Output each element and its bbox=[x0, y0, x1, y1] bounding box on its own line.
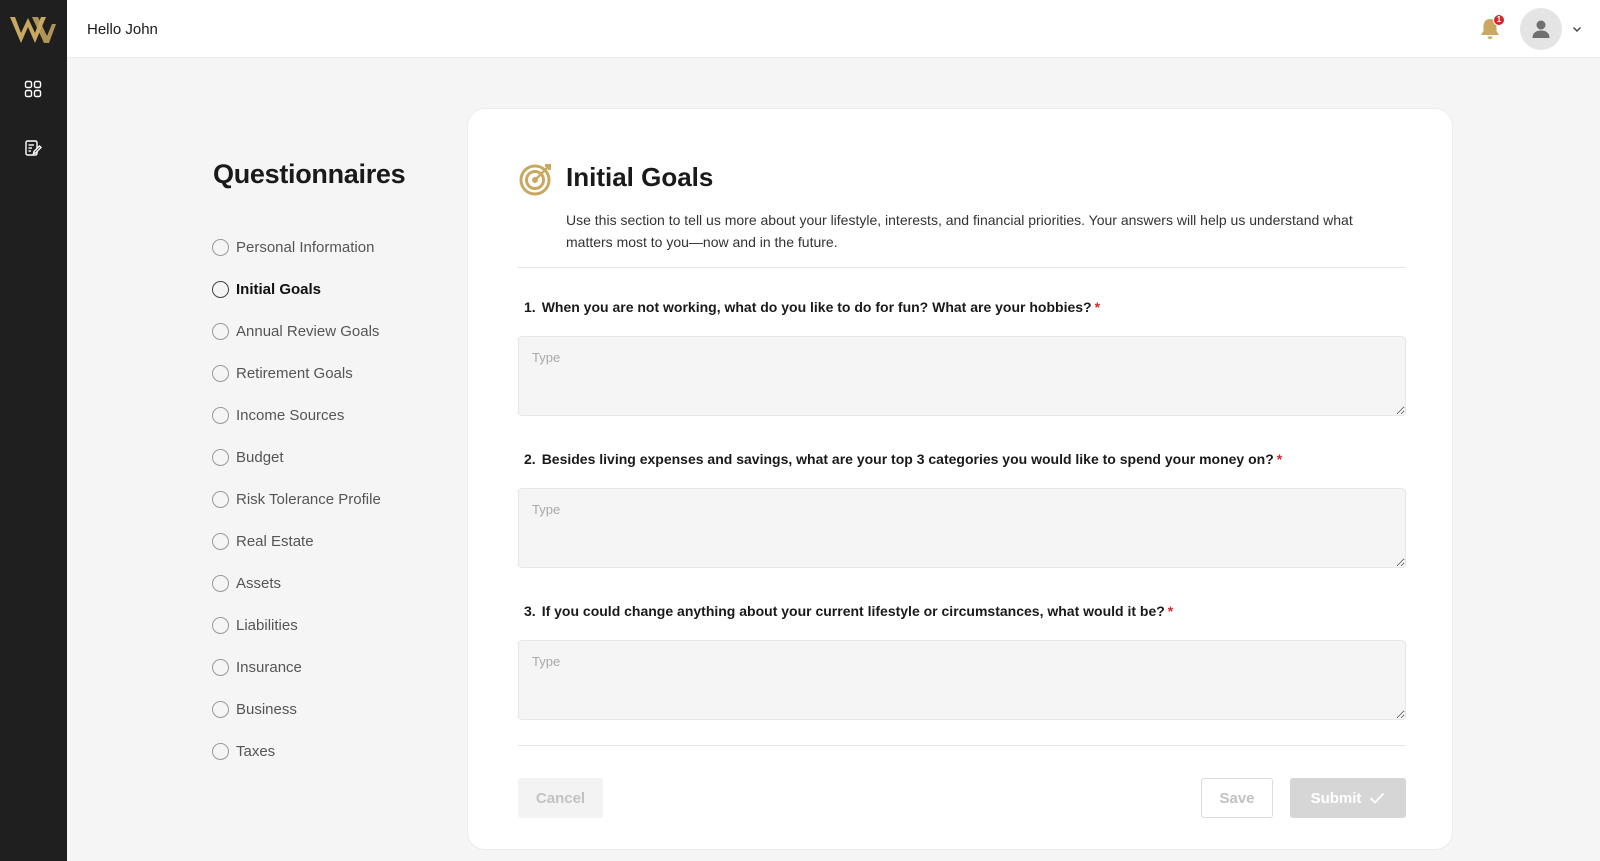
radio-circle-icon bbox=[212, 280, 229, 298]
questionnaire-nav-item[interactable]: Personal Information bbox=[212, 226, 381, 268]
brand-logo[interactable] bbox=[8, 14, 58, 46]
questionnaire-nav-label: Liabilities bbox=[236, 616, 298, 634]
required-asterisk: * bbox=[1094, 299, 1101, 315]
questionnaire-nav-item[interactable]: Taxes bbox=[212, 730, 381, 772]
questionnaire-nav-label: Budget bbox=[236, 448, 284, 466]
questionnaire-nav-label: Taxes bbox=[236, 742, 276, 760]
footer-divider bbox=[518, 745, 1406, 746]
questionnaire-nav-label: Personal Information bbox=[236, 238, 375, 256]
questionnaires-title: Questionnaires bbox=[213, 159, 406, 189]
radio-circle-icon bbox=[212, 742, 229, 760]
question-text: Besides living expenses and savings, wha… bbox=[541, 451, 1274, 467]
radio-circle-icon bbox=[212, 448, 229, 466]
radio-circle-icon bbox=[212, 490, 229, 508]
questionnaire-nav-label: Assets bbox=[236, 574, 282, 592]
questionnaire-nav-item[interactable]: Budget bbox=[212, 436, 381, 478]
questionnaire-nav-item[interactable]: Annual Review Goals bbox=[212, 310, 381, 352]
save-button[interactable]: Save bbox=[1201, 778, 1273, 818]
radio-circle-icon bbox=[212, 532, 229, 550]
questionnaire-nav-label: Initial Goals bbox=[236, 280, 322, 298]
user-avatar[interactable] bbox=[1520, 8, 1562, 50]
questionnaire-nav-item[interactable]: Risk Tolerance Profile bbox=[212, 478, 381, 520]
questionnaire-nav-item[interactable]: Assets bbox=[212, 562, 381, 604]
question-number: 1. bbox=[524, 299, 536, 315]
questionnaire-nav-label: Retirement Goals bbox=[236, 364, 353, 382]
answer-textarea-3[interactable] bbox=[518, 640, 1406, 720]
question-label: 1. When you are not working, what do you … bbox=[524, 299, 1100, 315]
submit-label: Submit bbox=[1310, 789, 1362, 807]
radio-circle-icon bbox=[212, 238, 229, 256]
answer-textarea-1[interactable] bbox=[518, 336, 1406, 416]
sidebar bbox=[0, 0, 67, 861]
top-bar: Hello John 1 bbox=[67, 0, 1600, 58]
header-divider bbox=[518, 267, 1406, 268]
question-number: 3. bbox=[524, 603, 536, 619]
question-label: 3. If you could change anything about you… bbox=[524, 603, 1173, 619]
radio-circle-icon bbox=[212, 574, 229, 592]
questionnaire-edit-icon[interactable] bbox=[22, 137, 44, 159]
section-description: Use this section to tell us more about y… bbox=[566, 212, 1353, 250]
notification-badge: 1 bbox=[1493, 14, 1505, 26]
user-icon bbox=[1532, 20, 1550, 38]
questionnaire-nav: Personal Information Initial Goals Annual … bbox=[212, 226, 381, 772]
target-goal-icon bbox=[519, 164, 551, 196]
question-text: If you could change anything about your … bbox=[541, 603, 1165, 619]
submit-button[interactable]: Submit bbox=[1290, 778, 1406, 818]
questionnaire-nav-item[interactable]: Real Estate bbox=[212, 520, 381, 562]
question-label: 2. Besides living expenses and savings, w… bbox=[524, 451, 1282, 467]
questionnaire-card: Initial Goals Use this section to tell u… bbox=[467, 108, 1453, 850]
radio-circle-icon bbox=[212, 700, 229, 718]
questionnaire-nav-label: Real Estate bbox=[236, 532, 314, 550]
radio-circle-icon bbox=[212, 658, 229, 676]
questionnaire-nav-item[interactable]: Insurance bbox=[212, 646, 381, 688]
dashboard-grid-icon[interactable] bbox=[22, 78, 44, 100]
questionnaire-nav-item[interactable]: Business bbox=[212, 688, 381, 730]
check-icon bbox=[1370, 792, 1385, 804]
radio-circle-icon bbox=[212, 322, 229, 340]
questionnaire-nav-label: Annual Review Goals bbox=[236, 322, 380, 340]
questionnaire-nav-label: Income Sources bbox=[236, 406, 345, 424]
greeting-text: Hello John bbox=[87, 21, 158, 38]
questionnaire-nav-label: Business bbox=[236, 700, 297, 718]
questionnaire-nav-item[interactable]: Retirement Goals bbox=[212, 352, 381, 394]
questionnaire-nav-item[interactable]: Liabilities bbox=[212, 604, 381, 646]
question-number: 2. bbox=[524, 451, 536, 467]
radio-circle-icon bbox=[212, 616, 229, 634]
required-asterisk: * bbox=[1276, 451, 1283, 467]
questionnaire-nav-label: Insurance bbox=[236, 658, 302, 676]
radio-circle-icon bbox=[212, 406, 229, 424]
questionnaire-nav-label: Risk Tolerance Profile bbox=[236, 490, 381, 508]
section-title: Initial Goals bbox=[566, 162, 714, 192]
chevron-down-icon[interactable] bbox=[1571, 23, 1583, 35]
cancel-button[interactable]: Cancel bbox=[518, 778, 603, 818]
question-text: When you are not working, what do you li… bbox=[541, 299, 1092, 315]
radio-circle-icon bbox=[212, 364, 229, 382]
questionnaire-nav-item[interactable]: Income Sources bbox=[212, 394, 381, 436]
answer-textarea-2[interactable] bbox=[518, 488, 1406, 568]
questionnaire-nav-item[interactable]: Initial Goals bbox=[212, 268, 381, 310]
required-asterisk: * bbox=[1167, 603, 1174, 619]
